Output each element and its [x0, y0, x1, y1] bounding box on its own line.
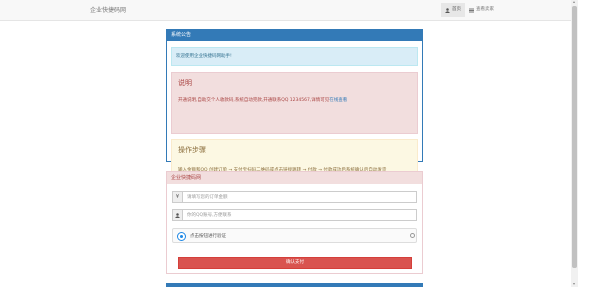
instructions-link[interactable]: 在线查看: [329, 98, 347, 103]
user-icon: [445, 7, 450, 13]
captcha-label: 点击按钮进行验证: [190, 234, 226, 239]
user-icon: [172, 209, 183, 221]
amount-input-group: ¥: [172, 191, 417, 203]
notice-panel-title: 系统公告: [167, 30, 422, 41]
captcha-check-icon: [177, 232, 186, 241]
instructions-text: 开通说明,自助交个人收款码,系统自动完款,开通联系QQ 1234567,详情可见…: [178, 97, 347, 103]
nav-query-label: 查看卖家: [476, 7, 494, 12]
site-brand[interactable]: 企业快捷码网: [90, 5, 126, 14]
instructions-alert: 说明 开通说明,自助交个人收款码,系统自动完款,开通联系QQ 1234567,详…: [171, 72, 418, 134]
instructions-body: 开通说明,自助交个人收款码,系统自动完款,开通联系QQ 1234567,详情可见: [178, 98, 330, 103]
steps-title: 操作步骤: [178, 146, 206, 154]
nav-home-link[interactable]: 首页: [441, 3, 465, 17]
instructions-title: 说明: [178, 79, 192, 87]
yen-icon: ¥: [172, 191, 183, 203]
top-navbar: 企业快捷码网 首页 查看卖家: [0, 0, 571, 21]
pay-button[interactable]: 确认支付: [178, 257, 412, 269]
scroll-thumb[interactable]: [572, 6, 577, 268]
captcha-refresh-icon[interactable]: [410, 233, 415, 238]
captcha-verify-button[interactable]: 点击按钮进行验证: [172, 228, 417, 243]
qq-input[interactable]: [183, 209, 417, 221]
scroll-down-arrow[interactable]: [573, 283, 575, 285]
list-icon: [469, 8, 474, 12]
nav-home-label: 首页: [452, 7, 461, 12]
scroll-up-arrow[interactable]: [573, 1, 575, 3]
order-panel-title: 企业快捷码网: [167, 172, 422, 184]
order-panel: 企业快捷码网 ¥ 点击按钮进行验证 确认支付: [166, 171, 423, 274]
amount-input[interactable]: [183, 191, 417, 203]
nav-query-link[interactable]: 查看卖家: [466, 3, 497, 17]
notice-panel: 系统公告 欢迎使用企业快捷码网助手! 说明 开通说明,自助交个人收款码,系统自动…: [166, 29, 423, 183]
next-panel-header: [166, 283, 423, 287]
page-scrollbar[interactable]: [571, 0, 578, 287]
qq-input-group: [172, 209, 417, 221]
welcome-alert: 欢迎使用企业快捷码网助手!: [171, 47, 418, 66]
